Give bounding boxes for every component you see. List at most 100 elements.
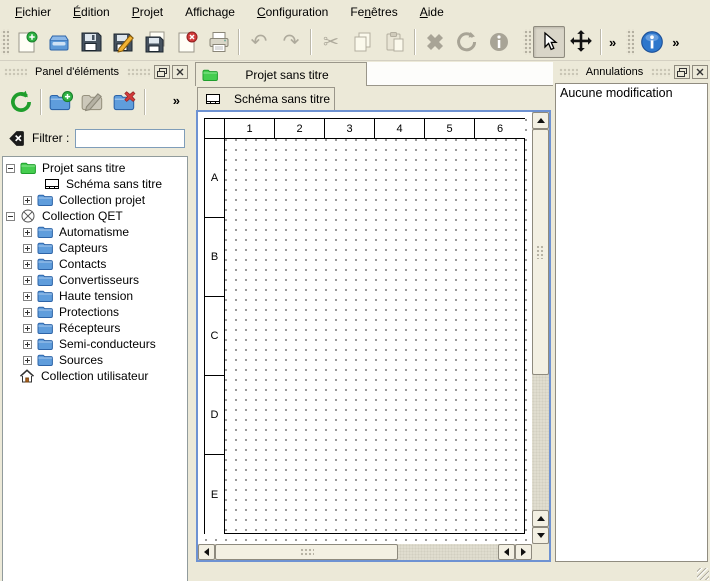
tree-item-haute-tension[interactable]: Haute tension bbox=[3, 288, 187, 304]
about-info-icon bbox=[639, 29, 665, 55]
toolbar-overflow-chevron[interactable]: » bbox=[605, 35, 620, 50]
blue-folder-icon bbox=[37, 256, 53, 272]
cut-button[interactable]: ✂ bbox=[315, 26, 347, 58]
horizontal-scrollbar-thumb[interactable] bbox=[215, 544, 398, 560]
redo-button[interactable]: ↷ bbox=[275, 26, 307, 58]
undo-panel-titlebar: Annulations bbox=[555, 63, 710, 81]
vertical-scrollbar[interactable] bbox=[532, 112, 549, 544]
vertical-scrollbar-thumb[interactable] bbox=[532, 129, 549, 375]
print-button[interactable] bbox=[203, 26, 235, 58]
tree-item-label: Convertisseurs bbox=[59, 273, 139, 287]
tree-item-collection-utilisateur[interactable]: Collection utilisateur bbox=[3, 368, 187, 384]
about-button[interactable] bbox=[636, 26, 668, 58]
cut-icon: ✂ bbox=[323, 33, 339, 52]
window-resize-grip[interactable] bbox=[697, 568, 709, 580]
open-document-button[interactable] bbox=[43, 26, 75, 58]
expand-expander-icon[interactable] bbox=[23, 340, 32, 349]
expand-expander-icon[interactable] bbox=[23, 196, 32, 205]
diagram-frame: 1 2 3 4 5 6 A B C D E bbox=[204, 118, 525, 534]
schema-view[interactable]: 1 2 3 4 5 6 A B C D E bbox=[196, 110, 551, 562]
scroll-up-button[interactable] bbox=[532, 510, 549, 527]
reload-collections-button[interactable] bbox=[5, 86, 37, 118]
tree-item-protections[interactable]: Protections bbox=[3, 304, 187, 320]
delete-button[interactable] bbox=[419, 26, 451, 58]
close-document-button[interactable] bbox=[171, 26, 203, 58]
tree-item-contacts[interactable]: Contacts bbox=[3, 256, 187, 272]
tree-item-convertisseurs[interactable]: Convertisseurs bbox=[3, 272, 187, 288]
toolbar-drag-handle[interactable] bbox=[626, 29, 634, 55]
paste-button[interactable] bbox=[379, 26, 411, 58]
menu-affichage[interactable]: Affichage bbox=[174, 0, 246, 24]
rotate-button[interactable] bbox=[451, 26, 483, 58]
tree-item-schema[interactable]: Schéma sans titre bbox=[3, 176, 187, 192]
expand-expander-icon[interactable] bbox=[23, 292, 32, 301]
thumb-grip bbox=[300, 548, 314, 557]
expand-expander-icon[interactable] bbox=[23, 356, 32, 365]
tree-item-collection-qet[interactable]: Collection QET bbox=[3, 208, 187, 224]
blue-folder-icon bbox=[37, 272, 53, 288]
row-headers: A B C D E bbox=[205, 139, 225, 534]
menu-fichier[interactable]: Fichier bbox=[4, 0, 62, 24]
expand-expander-icon[interactable] bbox=[23, 324, 32, 333]
tree-item-semi-conducteurs[interactable]: Semi-conducteurs bbox=[3, 336, 187, 352]
expand-expander-icon[interactable] bbox=[23, 308, 32, 317]
toolbar-drag-handle[interactable] bbox=[1, 29, 9, 55]
toolbar-overflow-chevron[interactable]: » bbox=[668, 35, 683, 50]
copy-button[interactable] bbox=[347, 26, 379, 58]
scroll-right-button[interactable] bbox=[515, 544, 532, 560]
save-as-button[interactable] bbox=[107, 26, 139, 58]
schema-canvas[interactable]: 1 2 3 4 5 6 A B C D E bbox=[198, 112, 532, 544]
info-button[interactable] bbox=[483, 26, 515, 58]
tree-item-capteurs[interactable]: Capteurs bbox=[3, 240, 187, 256]
edit-category-button[interactable] bbox=[77, 86, 109, 118]
menu-projet[interactable]: Projet bbox=[121, 0, 174, 24]
tree-item-collection-projet[interactable]: Collection projet bbox=[3, 192, 187, 208]
frame-corner-cell bbox=[205, 119, 225, 138]
tree-item-automatisme[interactable]: Automatisme bbox=[3, 224, 187, 240]
arrow-right-icon bbox=[521, 548, 526, 556]
schema-tab[interactable]: Schéma sans titre bbox=[197, 87, 335, 110]
clear-filter-button[interactable] bbox=[6, 128, 26, 148]
row-header: C bbox=[205, 297, 224, 376]
menu-bar: Fichier Édition Projet Affichage Configu… bbox=[0, 0, 710, 24]
collapse-expander-icon[interactable] bbox=[6, 164, 15, 173]
tree-item-sources[interactable]: Sources bbox=[3, 352, 187, 368]
toolbar-drag-handle[interactable] bbox=[523, 29, 531, 55]
scroll-down-button[interactable] bbox=[532, 527, 549, 544]
close-panel-button[interactable] bbox=[172, 65, 188, 79]
tree-item-projet[interactable]: Projet sans titre bbox=[3, 160, 187, 176]
save-all-button[interactable] bbox=[139, 26, 171, 58]
move-tool-button[interactable] bbox=[565, 26, 597, 58]
row-header: B bbox=[205, 218, 224, 297]
select-tool-button[interactable] bbox=[533, 26, 565, 58]
scroll-left-button[interactable] bbox=[498, 544, 515, 560]
horizontal-scrollbar[interactable] bbox=[198, 544, 532, 560]
undo-button[interactable]: ↶ bbox=[243, 26, 275, 58]
menu-fenetres[interactable]: Fenêtres bbox=[339, 0, 408, 24]
menu-configuration[interactable]: Configuration bbox=[246, 0, 339, 24]
delete-category-button[interactable] bbox=[109, 86, 141, 118]
undo-history-list[interactable]: Aucune modification bbox=[555, 83, 708, 562]
expand-expander-icon[interactable] bbox=[23, 260, 32, 269]
menu-aide[interactable]: Aide bbox=[409, 0, 455, 24]
float-panel-button[interactable] bbox=[674, 65, 690, 79]
refresh-icon bbox=[8, 89, 34, 115]
float-panel-button[interactable] bbox=[154, 65, 170, 79]
titlebar-texture bbox=[127, 68, 150, 77]
project-tab[interactable]: Projet sans titre bbox=[195, 62, 367, 86]
tree-item-recepteurs[interactable]: Récepteurs bbox=[3, 320, 187, 336]
save-button[interactable] bbox=[75, 26, 107, 58]
undo-list-item[interactable]: Aucune modification bbox=[560, 86, 703, 100]
menu-edition[interactable]: Édition bbox=[62, 0, 121, 24]
panel-overflow-chevron[interactable]: » bbox=[169, 93, 184, 108]
close-panel-button[interactable] bbox=[692, 65, 708, 79]
new-category-button[interactable] bbox=[45, 86, 77, 118]
expand-expander-icon[interactable] bbox=[23, 276, 32, 285]
scroll-up-button[interactable] bbox=[532, 112, 549, 129]
filter-input[interactable] bbox=[75, 129, 185, 148]
collapse-expander-icon[interactable] bbox=[6, 212, 15, 221]
new-document-button[interactable] bbox=[11, 26, 43, 58]
scroll-left-button[interactable] bbox=[198, 544, 215, 560]
expand-expander-icon[interactable] bbox=[23, 244, 32, 253]
expand-expander-icon[interactable] bbox=[23, 228, 32, 237]
